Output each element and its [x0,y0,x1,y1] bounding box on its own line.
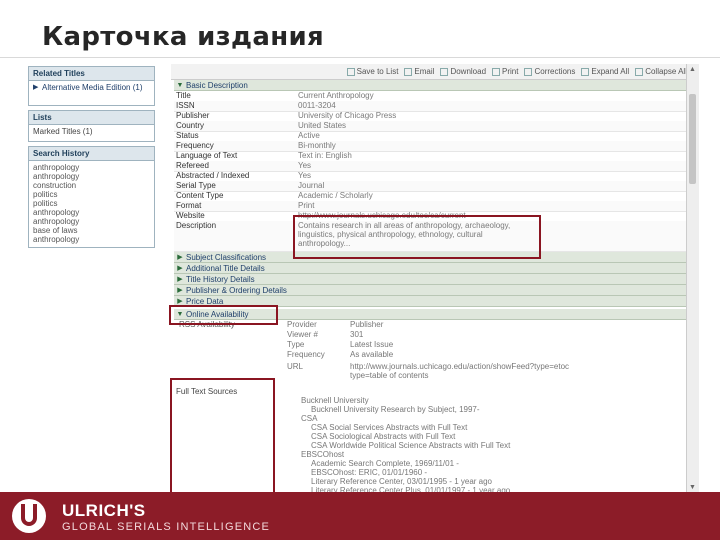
corrections-button[interactable]: Corrections [524,67,575,76]
print-icon [492,67,501,76]
list-item[interactable]: EBSCOhost [301,450,344,459]
lists-panel: Lists Marked Titles (1) [28,110,155,142]
triangle-right-icon: ▶ [33,84,39,91]
triangle-down-icon: ▼ [176,81,184,89]
scroll-up-icon[interactable]: ▲ [689,66,696,73]
highlight-box-online-availability [169,305,278,325]
list-item[interactable]: CSA [301,414,317,423]
history-item[interactable]: anthropology [33,235,150,244]
related-titles-panel: Related Titles ▶ Alternative Media Editi… [28,66,155,106]
slide-title: Карточка издания [42,22,324,52]
list-item[interactable]: CSA Social Services Abstracts with Full … [311,423,467,432]
collapse-icon [635,67,644,76]
basic-description-header[interactable]: ▼ Basic Description [174,80,689,91]
search-history-heading: Search History [29,147,154,161]
download-button[interactable]: Download [440,67,486,76]
scrollbar-thumb[interactable] [689,94,696,184]
related-titles-heading: Related Titles [29,67,154,81]
highlight-box-website [293,215,541,259]
left-sidebar: Related Titles ▶ Alternative Media Editi… [24,64,155,496]
scroll-down-icon[interactable]: ▼ [689,484,696,491]
corrections-icon [524,67,533,76]
history-item[interactable]: anthropology [33,208,150,217]
section-additional-title-details[interactable]: ▶ Additional Title Details [174,263,689,274]
save-to-list-button[interactable]: Save to List [346,67,398,76]
table-row: Frequency As available [287,350,394,359]
history-item[interactable]: politics [33,190,150,199]
history-item[interactable]: anthropology [33,217,150,226]
expand-all-button[interactable]: Expand All [581,67,629,76]
title-divider [0,57,720,58]
list-item[interactable]: Bucknell University [301,396,369,405]
highlight-box-full-text-sources [170,378,275,496]
history-item[interactable]: anthropology [33,172,150,181]
download-icon [440,67,449,76]
triangle-right-icon: ▶ [177,298,183,305]
history-item[interactable]: construction [33,181,150,190]
brand-tagline: GLOBAL SERIALS INTELLIGENCE [62,521,271,533]
lists-heading: Lists [29,111,154,125]
print-button[interactable]: Print [492,67,518,76]
list-item[interactable]: CSA Worldwide Political Science Abstract… [311,441,510,450]
record-main: Save to List Email Download Print Correc… [169,64,691,496]
list-item[interactable]: EBSCOhost: ERIC, 01/01/1960 - [311,468,427,477]
section-publisher-ordering-details[interactable]: ▶ Publisher & Ordering Details [174,285,689,296]
list-item[interactable]: Literary Reference Center, 03/01/1995 - … [311,477,492,486]
table-row: Type Latest Issue [287,340,394,349]
footer-banner: ULRICH'S GLOBAL SERIALS INTELLIGENCE [0,492,720,540]
history-item[interactable]: anthropology [33,163,150,172]
expand-icon [581,67,590,76]
triangle-right-icon: ▶ [177,254,183,261]
section-title-history-details[interactable]: ▶ Title History Details [174,274,689,285]
list-item[interactable]: CSA Sociological Abstracts with Full Tex… [311,432,455,441]
screenshot-area: Related Titles ▶ Alternative Media Editi… [24,64,710,496]
vertical-scrollbar[interactable]: ▲ ▼ [686,64,699,496]
email-button[interactable]: Email [404,67,434,76]
record-toolbar: Save to List Email Download Print Correc… [171,64,691,80]
marked-titles-link[interactable]: Marked Titles (1) [33,127,150,137]
email-icon [404,67,413,76]
collapse-all-button[interactable]: Collapse All [635,67,687,76]
save-icon [346,67,355,76]
list-item[interactable]: Academic Search Complete, 1969/11/01 - [311,459,459,468]
list-item[interactable]: Bucknell University Research by Subject,… [311,405,480,414]
history-item[interactable]: base of laws [33,226,150,235]
related-title-label: Alternative Media Edition (1) [42,83,143,92]
triangle-right-icon: ▶ [177,265,183,272]
history-item[interactable]: politics [33,199,150,208]
brand-name: ULRICH'S [62,501,146,520]
ulrichs-logo-icon [12,499,46,533]
table-row: Viewer #301 [287,330,364,339]
related-title-item[interactable]: ▶ Alternative Media Edition (1) [33,83,150,93]
triangle-right-icon: ▶ [177,276,183,283]
search-history-panel: Search History anthropology anthropology… [28,146,155,248]
triangle-right-icon: ▶ [177,287,183,294]
